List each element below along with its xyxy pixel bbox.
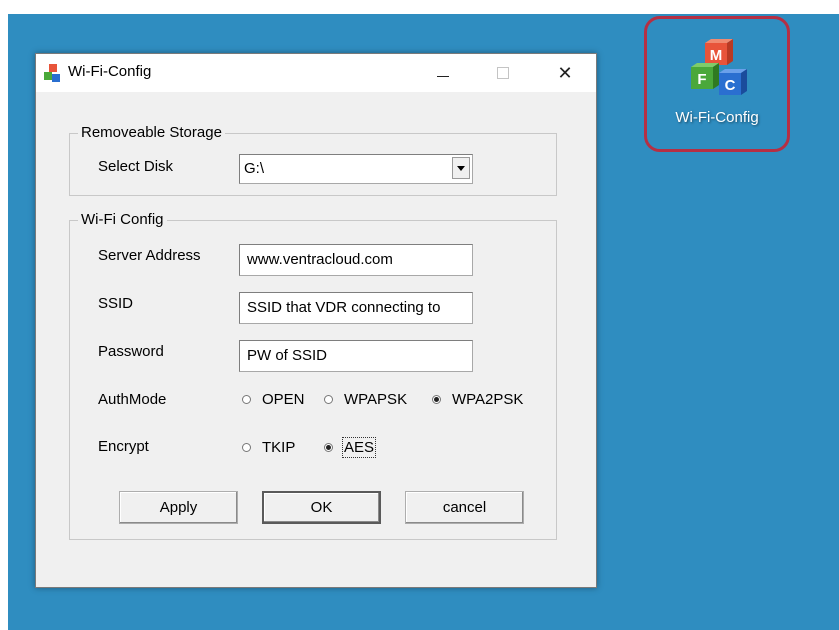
encrypt-label: Encrypt — [98, 438, 149, 455]
top-edge — [0, 0, 839, 14]
server-address-label: Server Address — [98, 247, 201, 264]
desktop-shortcut-label: Wi-Fi-Config — [675, 109, 759, 126]
removeable-storage-legend: Removeable Storage — [78, 124, 225, 141]
minimize-icon — [437, 75, 449, 77]
authmode-wpapsk-label: WPAPSK — [344, 391, 408, 408]
radio-checked-icon — [324, 443, 333, 452]
mfc-cubes-icon: M F C — [691, 39, 747, 95]
app-cubes-icon — [44, 64, 60, 82]
server-address-field[interactable]: www.ventracloud.com — [239, 244, 473, 276]
encrypt-aes-radio[interactable]: AES — [324, 437, 377, 458]
select-disk-label: Select Disk — [98, 158, 174, 175]
authmode-label: AuthMode — [98, 391, 167, 408]
radio-unchecked-icon — [242, 443, 251, 452]
ok-button[interactable]: OK — [262, 491, 381, 524]
authmode-open-radio[interactable]: OPEN — [242, 391, 305, 408]
dropdown-arrow-button[interactable] — [452, 157, 470, 179]
cancel-button[interactable]: cancel — [405, 491, 524, 524]
apply-button[interactable]: Apply — [119, 491, 238, 524]
close-button[interactable]: ✕ — [542, 54, 588, 92]
authmode-wpa2psk-label: WPA2PSK — [452, 391, 524, 408]
password-field[interactable]: PW of SSID — [239, 340, 473, 372]
window-title: Wi-Fi-Config — [68, 63, 152, 80]
authmode-wpapsk-radio[interactable]: WPAPSK — [324, 391, 407, 408]
title-bar[interactable]: Wi-Fi-Config ✕ — [36, 54, 596, 92]
wifi-config-legend: Wi-Fi Config — [78, 211, 167, 228]
selected-disk-value: G:\ — [244, 160, 265, 177]
select-disk-dropdown[interactable]: G:\ — [239, 154, 473, 184]
wifi-config-window: Wi-Fi-Config ✕ Removeable Storage Select… — [35, 53, 597, 588]
radio-unchecked-icon — [324, 395, 333, 404]
encrypt-tkip-radio[interactable]: TKIP — [242, 439, 295, 456]
chevron-down-icon — [457, 165, 465, 171]
radio-unchecked-icon — [242, 395, 251, 404]
desktop-shortcut-wifi-config[interactable]: M F C Wi-Fi-Config — [644, 16, 790, 152]
ssid-label: SSID — [98, 295, 134, 312]
close-icon: ✕ — [557, 62, 573, 83]
ssid-field[interactable]: SSID that VDR connecting to — [239, 292, 473, 324]
svg-text:F: F — [697, 71, 706, 88]
radio-checked-icon — [432, 395, 441, 404]
password-label: Password — [98, 343, 164, 360]
minimize-button[interactable] — [420, 54, 466, 92]
maximize-icon — [497, 67, 509, 79]
svg-text:C: C — [725, 77, 736, 94]
authmode-open-label: OPEN — [262, 391, 305, 408]
svg-text:M: M — [710, 47, 723, 64]
maximize-button[interactable] — [480, 54, 526, 92]
encrypt-tkip-label: TKIP — [262, 439, 296, 456]
authmode-wpa2psk-radio[interactable]: WPA2PSK — [432, 391, 523, 408]
encrypt-aes-label: AES — [341, 437, 377, 458]
